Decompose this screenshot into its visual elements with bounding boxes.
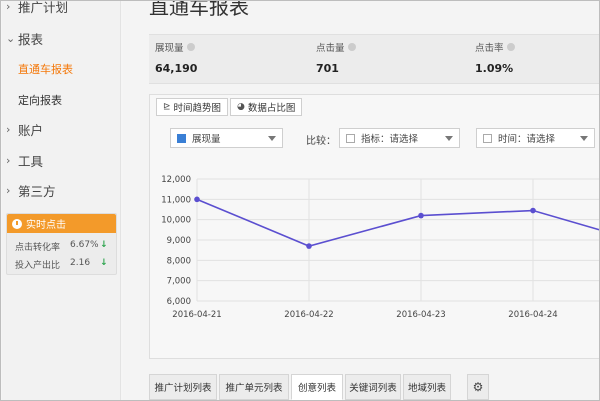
chevron-right-icon: ›: [6, 0, 11, 13]
help-icon[interactable]: [506, 43, 515, 51]
tab-time-trend[interactable]: ⊵ 时间趋势图: [156, 98, 229, 116]
x-tick-label: 2016-04-24: [508, 310, 557, 320]
realtime-row: 投入产出比 2.16 ↓: [15, 258, 113, 271]
tab-label: 数据占比图: [247, 103, 296, 114]
chevron-right-icon: ›: [6, 154, 11, 167]
arrow-down-icon: ↓: [100, 240, 108, 250]
y-tick-label: 12,000: [161, 175, 191, 185]
chevron-right-icon: ›: [6, 184, 11, 197]
sidebar-item-reports[interactable]: ⌄ 报表: [6, 29, 43, 48]
y-tick-label: 8,000: [167, 256, 191, 266]
line-chart-icon: ⊵: [163, 102, 171, 112]
line-chart: 6,000 7,000 8,000 9,000 10,000 11,000 12,000 20…: [161, 175, 599, 320]
page-title: 直通车报表: [149, 0, 249, 19]
x-tick-label: 2016-04-22: [284, 310, 333, 320]
arrow-down-icon: ↓: [100, 258, 108, 268]
sidebar-item-label: 第三方: [18, 184, 56, 199]
caret-down-icon: [580, 136, 588, 141]
sidebar-subitem-ztc-report[interactable]: 直通车报表: [18, 61, 73, 77]
compare-time-value: 时间：请选择: [498, 134, 556, 145]
data-point: [306, 243, 312, 249]
tab-creative-list[interactable]: 创意列表: [291, 374, 343, 400]
chart-panel: ⊵ 时间趋势图 ◕ 数据占比图 展现量 比较： 指标：请选择 时间：请选择 6,…: [149, 94, 599, 359]
tab-region-list[interactable]: 地域列表: [403, 374, 451, 400]
data-point: [418, 212, 424, 219]
checkbox-icon: [483, 133, 492, 143]
sidebar-item-label: 推广计划: [18, 0, 69, 15]
series-line: [196, 198, 599, 247]
tab-campaign-list[interactable]: 推广计划列表: [149, 374, 217, 400]
stat-label: 点击量: [316, 43, 345, 54]
sidebar-item-campaigns[interactable]: › 推广计划: [6, 0, 69, 16]
realtime-value: 2.16: [70, 258, 91, 268]
stat-value: 64,190: [155, 62, 198, 75]
stat-ctr: 点击率 1.09%: [475, 40, 515, 75]
chevron-right-icon: ›: [6, 123, 11, 136]
y-tick-label: 6,000: [167, 297, 191, 307]
series-color-swatch: [177, 133, 186, 143]
realtime-row: 点击转化率 6.67% ↓: [15, 240, 113, 253]
stat-value: 701: [316, 62, 339, 75]
stats-bar: 展现量 64,190 点击量 701 点击率 1.09%: [149, 34, 599, 84]
compare-label: 比较：: [306, 136, 336, 147]
sidebar-item-tools[interactable]: › 工具: [6, 151, 43, 170]
sidebar-subitem-targeting-report[interactable]: 定向报表: [18, 92, 62, 108]
realtime-value: 6.67%: [70, 240, 99, 250]
metric-select[interactable]: 展现量: [170, 128, 283, 148]
tab-keyword-list[interactable]: 关键词列表: [345, 374, 401, 400]
stat-label: 点击率: [475, 43, 504, 54]
sidebar-item-account[interactable]: › 账户: [6, 120, 43, 139]
data-point: [530, 207, 536, 214]
realtime-label: 投入产出比: [15, 261, 61, 271]
pie-chart-icon: ◕: [237, 102, 245, 112]
sidebar-item-label: 工具: [18, 154, 44, 169]
realtime-label: 点击转化率: [15, 243, 61, 253]
realtime-title: 实时点击: [26, 220, 66, 231]
sidebar-item-third-party[interactable]: › 第三方: [6, 181, 56, 200]
caret-down-icon: [445, 136, 453, 141]
chevron-down-icon: ⌄: [6, 32, 16, 45]
y-tick-label: 11,000: [161, 195, 191, 205]
compare-metric-select[interactable]: 指标：请选择: [339, 128, 460, 148]
help-icon[interactable]: [186, 43, 195, 51]
stat-clicks: 点击量 701: [316, 40, 356, 75]
sidebar: › 推广计划 ⌄ 报表 直通车报表 定向报表 › 账户 › 工具 › 第三方 实…: [2, 0, 121, 400]
main-content: 直通车报表 展现量 64,190 点击量 701 点击率 1.09% ⊵ 时间趋…: [123, 0, 599, 400]
checkbox-icon: [346, 133, 355, 143]
realtime-panel: 实时点击 点击转化率 6.67% ↓ 投入产出比 2.16 ↓: [6, 213, 117, 275]
compare-metric-value: 指标：请选择: [361, 134, 419, 145]
help-icon[interactable]: [347, 43, 356, 51]
stat-impressions: 展现量 64,190: [155, 40, 197, 75]
tab-label: 时间趋势图: [173, 103, 222, 114]
stat-value: 1.09%: [475, 62, 514, 75]
tab-unit-list[interactable]: 推广单元列表: [219, 374, 289, 400]
clock-icon: [12, 218, 22, 229]
y-tick-label: 10,000: [161, 216, 191, 226]
data-point: [194, 196, 200, 203]
metric-select-value: 展现量: [192, 134, 221, 145]
caret-down-icon: [268, 136, 276, 141]
x-tick-label: 2016-04-21: [172, 310, 221, 320]
x-tick-label: 2016-04-23: [396, 310, 445, 320]
sidebar-item-label: 报表: [18, 32, 44, 47]
y-tick-label: 7,000: [167, 277, 191, 287]
sidebar-item-label: 账户: [18, 123, 44, 138]
app-window: › 推广计划 ⌄ 报表 直通车报表 定向报表 › 账户 › 工具 › 第三方 实…: [0, 0, 600, 401]
gear-icon[interactable]: ⚙: [467, 374, 489, 400]
realtime-header[interactable]: 实时点击: [7, 214, 116, 233]
stat-label: 展现量: [155, 43, 184, 54]
compare-time-select[interactable]: 时间：请选择: [476, 128, 595, 148]
y-tick-label: 9,000: [167, 236, 191, 246]
tab-data-share[interactable]: ◕ 数据占比图: [230, 98, 303, 116]
